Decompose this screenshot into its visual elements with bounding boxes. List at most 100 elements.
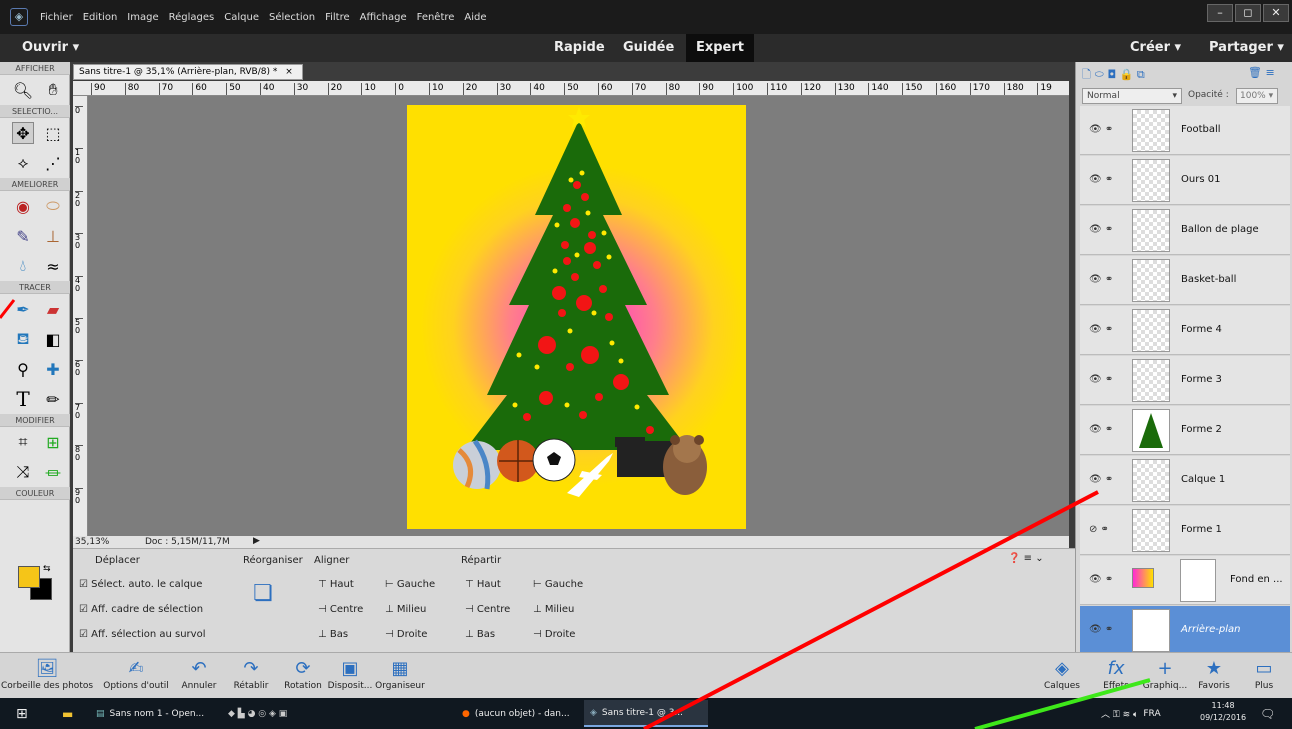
layers-button[interactable]: ◈ Calques bbox=[1040, 655, 1084, 697]
create-button[interactable]: Créer ▾ bbox=[1130, 40, 1181, 55]
custom-shape-tool-icon[interactable]: ✚ bbox=[42, 358, 64, 380]
red-eye-tool-icon[interactable]: ◉ bbox=[12, 195, 34, 217]
layer-visibility-icon[interactable]: ⊘ ⚭ bbox=[1089, 524, 1109, 535]
organizer-button[interactable]: ▦ Organiseur bbox=[374, 655, 426, 697]
show-bounding-box-checkbox[interactable]: ☑ Aff. cadre de sélection bbox=[79, 604, 203, 615]
layer-row[interactable]: 👁︎ ⚭ Basket-ball bbox=[1080, 256, 1290, 305]
share-button[interactable]: Partager ▾ bbox=[1209, 40, 1284, 55]
pencil-tool-icon[interactable]: ✏ bbox=[42, 388, 64, 410]
layer-row[interactable]: 👁︎ ⚭ Forme 3 bbox=[1080, 356, 1290, 405]
tab-rapide[interactable]: Rapide bbox=[554, 40, 605, 55]
layer-row[interactable]: 👁︎ ⚭ Forme 4 bbox=[1080, 306, 1290, 355]
menu-selection[interactable]: Sélection bbox=[269, 12, 315, 23]
menu-aide[interactable]: Aide bbox=[464, 12, 486, 23]
distribute-center-button[interactable]: ⊣ Centre bbox=[465, 604, 510, 615]
distribute-top-button[interactable]: ⊤ Haut bbox=[465, 579, 501, 590]
layer-row[interactable]: 👁︎ ⚭ Calque 1 bbox=[1080, 456, 1290, 505]
windows-start-icon[interactable]: ⊞ bbox=[10, 700, 34, 727]
gradient-tool-icon[interactable]: ◧ bbox=[42, 328, 64, 350]
open-button[interactable]: Ouvrir ▾ bbox=[22, 40, 79, 55]
document-tab[interactable]: Sans titre-1 @ 35,1% (Arrière-plan, RVB/… bbox=[73, 64, 303, 80]
blur-tool-icon[interactable]: 💧︎ bbox=[12, 255, 34, 277]
taskbar-firefox[interactable]: ● (aucun objet) - dan... bbox=[456, 700, 580, 727]
show-highlight-checkbox[interactable]: ☑ Aff. sélection au survol bbox=[79, 629, 206, 640]
layer-visibility-icon[interactable]: 👁︎ ⚭ bbox=[1089, 424, 1113, 435]
auto-select-layer-checkbox[interactable]: ☑ Sélect. auto. le calque bbox=[79, 579, 202, 590]
layer-tools-icons[interactable]: 🗋 ⬭ ◘ 🔒 ⧉ bbox=[1082, 66, 1145, 85]
align-right-button[interactable]: ⊣ Droite bbox=[385, 629, 427, 640]
paint-bucket-tool-icon[interactable]: ⛾ bbox=[12, 328, 34, 350]
align-top-button[interactable]: ⊤ Haut bbox=[318, 579, 354, 590]
layer-row[interactable]: 👁︎ ⚭ Fond en ... bbox=[1080, 556, 1290, 605]
layer-visibility-icon[interactable]: 👁︎ ⚭ bbox=[1089, 374, 1113, 385]
layer-visibility-icon[interactable]: 👁︎ ⚭ bbox=[1089, 174, 1113, 185]
layer-row[interactable]: 👁︎ ⚭ Football bbox=[1080, 106, 1290, 155]
layer-visibility-icon[interactable]: 👁︎ ⚭ bbox=[1089, 274, 1113, 285]
sponge-tool-icon[interactable]: ≈ bbox=[42, 255, 64, 277]
layer-row[interactable]: 👁︎ ⚭ Ours 01 bbox=[1080, 156, 1290, 205]
text-tool-icon[interactable]: T bbox=[12, 387, 34, 411]
straighten-tool-icon[interactable]: ⏛ bbox=[42, 461, 64, 483]
menu-fichier[interactable]: Fichier bbox=[40, 12, 73, 23]
foreground-color-swatch[interactable] bbox=[18, 566, 40, 588]
minimize-button[interactable]: – bbox=[1207, 4, 1233, 22]
menu-edition[interactable]: Edition bbox=[83, 12, 118, 23]
file-explorer-icon[interactable]: ▬ bbox=[56, 700, 79, 727]
distribute-middle-button[interactable]: ⊥ Milieu bbox=[533, 604, 574, 615]
clock[interactable]: 11:48 09/12/2016 bbox=[1200, 700, 1246, 724]
rotate-button[interactable]: ⟳ Rotation bbox=[280, 655, 326, 697]
taskbar-pinned-icons[interactable]: ◆ ▙ ◕ ◎ ◈ ▣ bbox=[222, 700, 293, 727]
arrange-icon[interactable]: ❏ bbox=[253, 581, 279, 607]
document-canvas[interactable] bbox=[407, 105, 746, 529]
spot-healing-tool-icon[interactable]: ⬭ bbox=[42, 195, 64, 217]
eraser-tool-icon[interactable]: ▰ bbox=[42, 298, 64, 320]
align-middle-button[interactable]: ⊥ Milieu bbox=[385, 604, 426, 615]
layer-row[interactable]: 👁︎ ⚭ Forme 2 bbox=[1080, 406, 1290, 455]
close-tab-icon[interactable]: × bbox=[285, 67, 293, 77]
recompose-tool-icon[interactable]: ⊞ bbox=[42, 431, 64, 453]
distribute-bottom-button[interactable]: ⊥ Bas bbox=[465, 629, 495, 640]
notification-icon[interactable]: 🗨︎ bbox=[1254, 700, 1281, 727]
tab-guidee[interactable]: Guidée bbox=[623, 40, 674, 55]
menu-image[interactable]: Image bbox=[127, 12, 158, 23]
smart-brush-tool-icon[interactable]: ✎ bbox=[12, 225, 34, 247]
eyedropper-tool-icon[interactable]: ⚲ bbox=[12, 358, 34, 380]
content-aware-move-tool-icon[interactable]: ⤨ bbox=[12, 461, 34, 483]
graphics-button[interactable]: + Graphiq... bbox=[1140, 655, 1190, 697]
tool-options-button[interactable]: ✍︎ Options d'outil bbox=[94, 655, 178, 697]
swap-colors-icon[interactable]: ⇆ bbox=[43, 564, 51, 574]
close-window-button[interactable]: ✕ bbox=[1263, 4, 1289, 22]
layer-visibility-icon[interactable]: 👁︎ ⚭ bbox=[1089, 474, 1113, 485]
effects-button[interactable]: fx Effets bbox=[1094, 655, 1138, 697]
delete-layer-icon[interactable]: 🗑 ≡ bbox=[1248, 66, 1275, 79]
clone-stamp-tool-icon[interactable]: ⊥ bbox=[42, 225, 64, 247]
more-button[interactable]: ▭ Plus bbox=[1242, 655, 1286, 697]
quick-selection-tool-icon[interactable]: ⋰ bbox=[42, 152, 64, 174]
layer-visibility-icon[interactable]: 👁︎ ⚭ bbox=[1089, 574, 1113, 585]
distribute-left-button[interactable]: ⊢ Gauche bbox=[533, 579, 583, 590]
layer-visibility-icon[interactable]: 👁︎ ⚭ bbox=[1089, 224, 1113, 235]
align-left-button[interactable]: ⊢ Gauche bbox=[385, 579, 435, 590]
help-icon[interactable]: ❓ ≡ ⌄ bbox=[1008, 553, 1044, 564]
taskbar-photoshop-elements[interactable]: ◈ Sans titre-1 @ 3... bbox=[584, 700, 708, 727]
taskbar-openoffice[interactable]: ▤ Sans nom 1 - Open... bbox=[90, 700, 212, 727]
align-center-button[interactable]: ⊣ Centre bbox=[318, 604, 363, 615]
menu-affichage[interactable]: Affichage bbox=[360, 12, 407, 23]
system-tray-icons[interactable]: ︿ ⚿ ≋ 🔈︎ FRA bbox=[1095, 700, 1167, 727]
layer-row[interactable]: 👁︎ ⚭ Arrière-plan bbox=[1080, 606, 1290, 655]
play-arrow-icon[interactable]: ▶ bbox=[253, 536, 260, 546]
layer-visibility-icon[interactable]: 👁︎ ⚭ bbox=[1089, 124, 1113, 135]
tab-expert[interactable]: Expert bbox=[686, 34, 754, 62]
opacity-input[interactable]: 100% ▾ bbox=[1236, 88, 1278, 104]
blend-mode-select[interactable]: Normal ▾ bbox=[1082, 88, 1182, 104]
move-tool-icon[interactable]: ✥ bbox=[12, 122, 34, 144]
layer-visibility-icon[interactable]: 👁︎ ⚭ bbox=[1089, 324, 1113, 335]
menu-filtre[interactable]: Filtre bbox=[325, 12, 350, 23]
marquee-tool-icon[interactable]: ⬚ bbox=[42, 122, 64, 144]
zoom-tool-icon[interactable]: 🔍︎ bbox=[12, 79, 34, 101]
color-swatches[interactable]: ⇆ bbox=[18, 564, 54, 602]
brush-tool-icon[interactable]: ✒ bbox=[12, 298, 34, 320]
photo-bin-button[interactable]: 🖼︎ Corbeille des photos bbox=[0, 655, 94, 697]
distribute-right-button[interactable]: ⊣ Droite bbox=[533, 629, 575, 640]
hand-tool-icon[interactable]: ✋︎ bbox=[42, 79, 64, 101]
